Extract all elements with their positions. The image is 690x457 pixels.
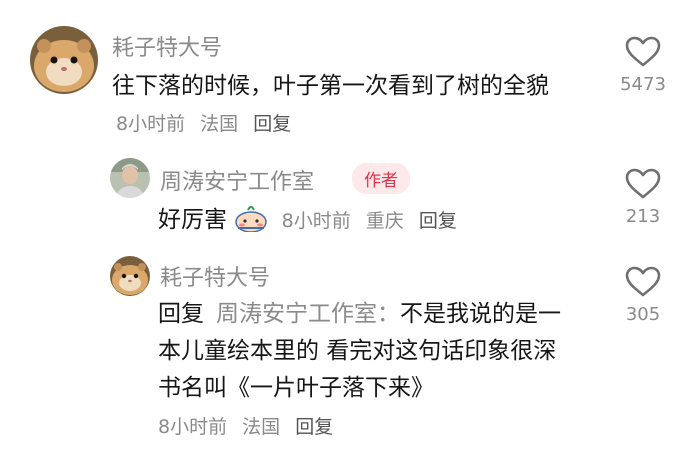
comment-text: 好厉害 8小时前 重庆 回复 (158, 202, 598, 244)
comment-meta: 8小时前 法国 回复 (158, 412, 342, 439)
heart-icon (625, 36, 661, 67)
comment-text: 往下落的时候，叶子第一次看到了树的全貌 8小时前 法国 回复 (112, 68, 592, 143)
comment-body: 往下落的时候，叶子第一次看到了树的全貌 (112, 73, 549, 99)
comment-meta: 8小时前 法国 回复 (116, 113, 300, 135)
comment-time: 8小时前 (158, 416, 228, 438)
like-button[interactable]: 213 (608, 168, 678, 227)
like-count: 305 (625, 304, 661, 325)
avatar[interactable] (30, 26, 98, 94)
comment-time: 8小时前 (116, 113, 186, 135)
like-button[interactable]: 5473 (608, 36, 678, 95)
blushing-sticker-emoji-icon (234, 204, 268, 244)
author-badge: 作者 (352, 163, 410, 194)
avatar[interactable] (110, 256, 150, 296)
username[interactable]: 耗子特大号 (112, 30, 222, 62)
heart-icon (625, 168, 661, 199)
hamster-avatar-icon (110, 256, 150, 296)
comment-time: 8小时前 (281, 210, 351, 232)
man-avatar-icon (110, 158, 150, 198)
comment-meta: 8小时前 重庆 回复 (282, 210, 466, 232)
username[interactable]: 耗子特大号 (160, 260, 270, 292)
avatar[interactable] (110, 158, 150, 198)
comment-location: 法国 (242, 416, 281, 438)
like-count: 213 (625, 206, 661, 227)
heart-icon (625, 266, 661, 297)
reply-button[interactable]: 回复 (295, 416, 333, 438)
reply-button[interactable]: 回复 (253, 113, 291, 135)
comment-text: 回复 周涛安宁工作室：不是我说的是一本儿童绘本里的 看完对这句话印象很深 书名叫《… (158, 296, 578, 407)
reply-button[interactable]: 回复 (419, 210, 457, 232)
hamster-avatar-icon (30, 26, 98, 94)
reply-to-user[interactable]: 周涛安宁工作室： (216, 301, 400, 327)
reply-prefix: 回复 (158, 301, 204, 327)
like-button[interactable]: 305 (608, 266, 678, 325)
username[interactable]: 周涛安宁工作室 (160, 164, 314, 196)
comment-location: 法国 (200, 113, 239, 135)
like-count: 5473 (620, 74, 666, 95)
comment-location: 重庆 (365, 210, 404, 232)
comment-body: 好厉害 (158, 207, 227, 233)
